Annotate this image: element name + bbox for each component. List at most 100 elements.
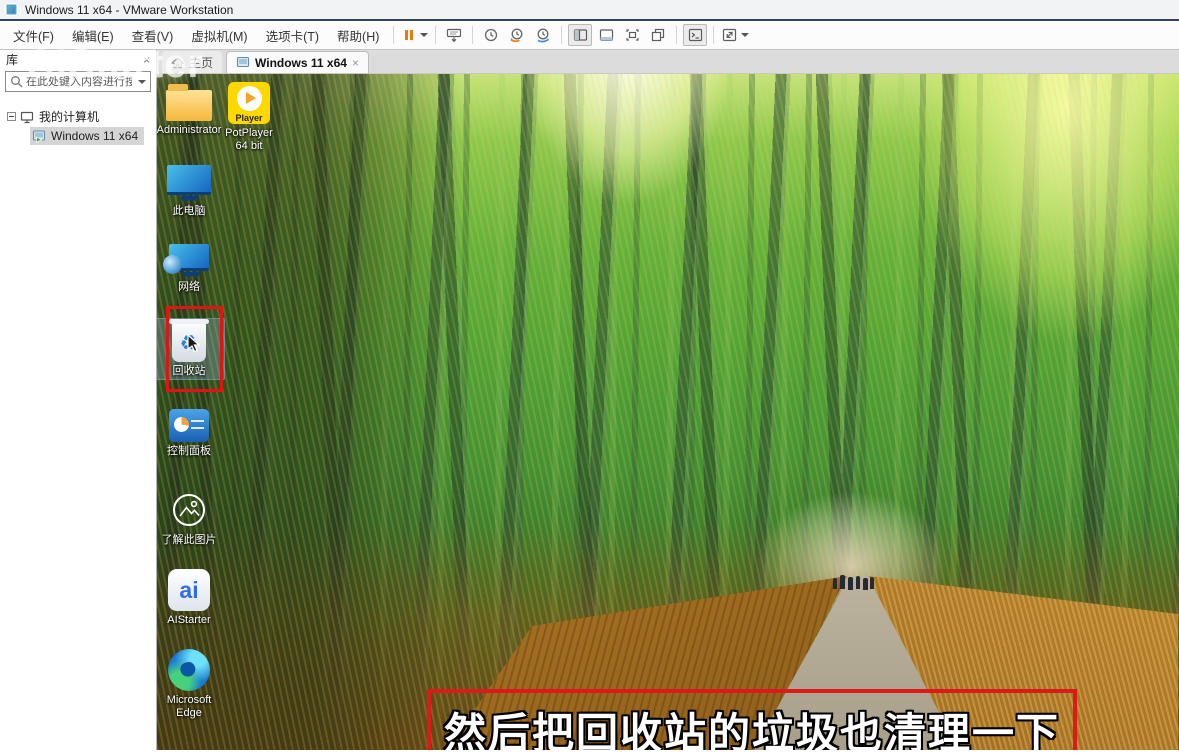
wallpaper-grass (157, 74, 1179, 750)
desktop-icon-label: 此电脑 (173, 205, 206, 218)
toolbar-separator (472, 26, 473, 44)
toolbar-separator (561, 26, 562, 44)
manage-snapshots-button[interactable] (531, 24, 555, 46)
library-title: 库 (6, 51, 18, 68)
menu-help[interactable]: 帮助(H) (328, 26, 388, 45)
vmware-logo-icon (5, 3, 18, 16)
revert-snapshot-icon (508, 27, 526, 43)
chevron-down-icon (420, 33, 428, 37)
desktop-icon-aistarter[interactable]: ai AIStarter (159, 569, 219, 627)
search-icon (10, 75, 23, 88)
menu-tabs[interactable]: 选项卡(T) (257, 26, 328, 45)
tree-item-windows-11-x64[interactable]: Windows 11 x64 (30, 127, 144, 145)
titlebar: Windows 11 x64 - VMware Workstation (0, 0, 1179, 21)
terminal-icon (687, 27, 704, 43)
library-panel-icon (572, 27, 589, 43)
desktop-icon-label: 了解此图片 (162, 534, 217, 547)
show-thumbnail-bar-button[interactable] (594, 24, 618, 46)
desktop-icon-learn-picture[interactable]: 了解此图片 (159, 489, 219, 547)
virtual-terminal-button[interactable] (683, 24, 707, 46)
edge-icon (168, 649, 210, 691)
pie-chart-icon (174, 417, 189, 432)
tree-item-my-computer[interactable]: 我的计算机 (0, 107, 156, 126)
main-area: 库 × 我的计算机 (0, 50, 1179, 750)
desktop-icon-potplayer[interactable]: Player PotPlayer 64 bit (218, 82, 280, 153)
vm-tree: 我的计算机 Windows 11 x64 (0, 96, 156, 146)
fit-guest-screen-button[interactable] (720, 24, 750, 46)
toolbar-separator (435, 26, 436, 44)
revert-snapshot-button[interactable] (505, 24, 529, 46)
take-snapshot-button[interactable] (479, 24, 503, 46)
chevron-down-icon (741, 33, 749, 37)
tab-home[interactable]: 主页 (162, 51, 222, 73)
library-search-box[interactable] (5, 71, 151, 92)
menu-vm[interactable]: 虚拟机(M) (182, 26, 256, 45)
menu-file[interactable]: 文件(F) (4, 26, 63, 45)
toolbar-separator (713, 26, 714, 44)
unity-brackets-icon (624, 27, 641, 43)
home-icon (171, 56, 184, 69)
unity-view-button[interactable] (620, 24, 644, 46)
toolbar-separator (676, 26, 677, 44)
console-view-button[interactable] (646, 24, 670, 46)
menubar: 文件(F) 编辑(E) 查看(V) 虚拟机(M) 选项卡(T) 帮助(H) (0, 21, 1179, 50)
wallpaper-bank-right (157, 74, 1179, 750)
computer-icon (20, 110, 35, 124)
desktop-icon-network[interactable]: 网络 (159, 244, 219, 294)
tab-home-label: 主页 (189, 54, 213, 71)
desktop-icon-this-pc[interactable]: 此电脑 (159, 165, 219, 218)
tree-item-label: Windows 11 x64 (51, 129, 138, 143)
picture-circle-icon (168, 489, 210, 531)
subtitle-text: 然后把回收站的垃圾也清理一下 (444, 700, 1060, 750)
chevron-down-icon (138, 80, 146, 84)
play-icon (237, 86, 262, 111)
content-area: 主页 Windows 11 x64 × (157, 50, 1179, 750)
this-pc-icon (167, 165, 211, 195)
pause-icon (401, 27, 417, 43)
desktop-icon-label: 回收站 (173, 365, 206, 378)
desktop-icon-edge[interactable]: Microsoft Edge (159, 649, 219, 720)
tree-row-vm: Windows 11 x64 (30, 127, 156, 146)
send-ctrl-alt-del-button[interactable] (442, 24, 466, 46)
vmware-workstation-window: Windows 11 x64 - VMware Workstation 文件(F… (0, 0, 1179, 753)
subtitle-highlight-box: 然后把回收站的垃圾也清理一下 (427, 689, 1077, 750)
tree-item-label: 我的计算机 (39, 108, 99, 125)
toolbar-separator (393, 26, 394, 44)
desktop-icon-label: 网络 (178, 281, 200, 294)
menu-edit[interactable]: 编辑(E) (63, 26, 123, 45)
tab-windows-11-x64[interactable]: Windows 11 x64 × (226, 51, 369, 73)
tab-close-icon[interactable]: × (352, 56, 359, 70)
search-input[interactable] (26, 76, 132, 88)
manage-snapshots-icon (534, 27, 552, 43)
desktop-icon-control-panel[interactable]: 控制面板 (159, 409, 219, 458)
vm-display[interactable]: Administrator Player PotPlayer 64 bit 此电… (157, 74, 1179, 750)
desktop-icon-label: PotPlayer 64 bit (218, 127, 280, 153)
desktop-icon-label: 控制面板 (167, 445, 211, 458)
thumbnail-bar-icon (598, 27, 615, 43)
close-icon[interactable]: × (143, 54, 150, 66)
globe-icon (163, 255, 182, 274)
fit-screen-icon (721, 27, 738, 43)
potplayer-icon: Player (228, 82, 270, 124)
desktop-icon-label: AIStarter (167, 614, 210, 627)
show-library-button[interactable] (568, 24, 592, 46)
menu-view[interactable]: 查看(V) (123, 26, 183, 45)
desktop-icon-label: Microsoft Edge (159, 694, 219, 720)
control-panel-icon (169, 409, 209, 442)
network-icon (169, 244, 209, 271)
pause-vm-button[interactable] (400, 24, 429, 46)
library-header: 库 × (0, 50, 156, 69)
desktop-icon-label: Administrator (157, 124, 221, 137)
vm-state-icon (32, 129, 47, 143)
window-title: Windows 11 x64 - VMware Workstation (25, 3, 233, 17)
tree-collapse-icon[interactable] (7, 112, 16, 121)
cascade-windows-icon (650, 27, 667, 43)
wallpaper-path (157, 74, 1179, 750)
send-ctrl-alt-del-icon (445, 27, 463, 44)
tab-vm-label: Windows 11 x64 (255, 56, 347, 70)
wallpaper-bank-left (157, 74, 1179, 750)
potplayer-badge: Player (228, 113, 270, 123)
snapshot-clock-icon (483, 27, 499, 43)
desktop-icon-administrator[interactable]: Administrator (159, 82, 219, 137)
tabbar: 主页 Windows 11 x64 × (157, 50, 1179, 74)
